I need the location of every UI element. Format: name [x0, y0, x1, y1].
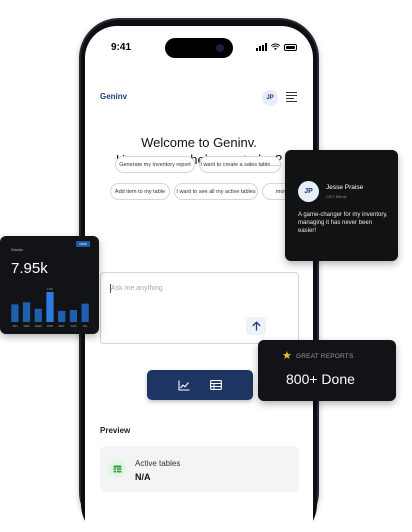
stocks-stats-card: Stocks VIEW 7.95k JAN FEB MAR APR 7.0K MAY JUN… [0, 236, 99, 334]
tick-label-jul: JUL [82, 324, 88, 328]
tick-label-feb: FEB [23, 324, 30, 328]
tick-label-mar: MAR [34, 324, 42, 328]
data-label-apr: 7.0K [46, 287, 54, 291]
spreadsheet-icon [108, 460, 126, 478]
preview-card-title: Active tables [135, 459, 181, 468]
ask-input[interactable]: Ask me anything [100, 272, 299, 344]
preview-card-active-tables[interactable]: Active tables N/A [100, 446, 299, 492]
preview-card-value: N/A [135, 472, 151, 482]
status-bar: 9:41 [85, 26, 313, 66]
suggestion-chip-report[interactable]: Generate my inventory report [115, 156, 195, 173]
suggestion-chip-active-tables[interactable]: I want to see all my active tables [174, 183, 258, 200]
testimonial-card: JP Jesse Praise CEO Billrall A game-chan… [285, 150, 398, 261]
user-avatar[interactable]: JP [262, 90, 278, 106]
ask-placeholder: Ask me anything [111, 285, 163, 292]
bar-jul [81, 303, 89, 322]
chart-button[interactable] [177, 378, 191, 392]
arrow-up-icon [252, 321, 260, 331]
stats-title: Stocks [11, 247, 24, 252]
stats-badge[interactable]: VIEW [76, 241, 90, 247]
bar-may [58, 310, 66, 322]
testimonial-role: CEO Billrall [326, 194, 347, 199]
dynamic-island [165, 38, 233, 58]
hamburger-menu-icon[interactable] [286, 92, 297, 102]
tick-label-jan: JAN [12, 324, 18, 328]
wifi-icon [271, 43, 280, 51]
bar-feb [22, 302, 31, 322]
battery-icon [284, 43, 297, 51]
table-icon [210, 380, 222, 390]
bar-jan [11, 304, 19, 322]
preview-label: Preview [100, 426, 131, 435]
app-bar: Geninv JP [85, 88, 313, 108]
tick-label-may: MAY [58, 324, 65, 328]
testimonial-quote: A game-changer for my inventory, managin… [298, 212, 388, 234]
tick-label-apr: APR [46, 324, 54, 328]
reports-label: GREAT REPORTS [296, 353, 354, 360]
signal-icon [256, 43, 267, 51]
status-time: 9:41 [111, 42, 132, 53]
bar-jun [69, 310, 78, 322]
table-button[interactable] [209, 378, 223, 392]
welcome-line-1: Welcome to Geninv. [141, 135, 257, 150]
action-toolbar [147, 370, 253, 400]
phone-screen: 9:41 Geninv JP Welcome to Geninv. How ca… [85, 26, 313, 532]
camera-icon [216, 44, 224, 52]
star-icon: ★ [282, 350, 292, 362]
bar-apr [46, 292, 54, 322]
suggestion-chip-sales-table[interactable]: I want to create a sales table...... [199, 156, 281, 173]
system-icons [256, 43, 297, 51]
stocks-bar-chart: JAN FEB MAR APR 7.0K MAY JUN JUL [9, 286, 91, 330]
testimonial-avatar: JP [298, 181, 319, 202]
testimonial-name: Jesse Praise [326, 184, 364, 191]
reports-card: ★ GREAT REPORTS 800+ Done [258, 340, 396, 401]
stats-value: 7.95k [11, 260, 48, 277]
reports-value: 800+ Done [286, 371, 355, 387]
send-button[interactable] [246, 317, 266, 335]
suggestion-chip-add-item[interactable]: Add item to my table [110, 183, 170, 200]
line-chart-icon [178, 380, 190, 391]
bar-mar [34, 308, 42, 322]
brand-logo[interactable]: Geninv [100, 92, 127, 101]
tick-label-jun: JUN [70, 324, 77, 328]
